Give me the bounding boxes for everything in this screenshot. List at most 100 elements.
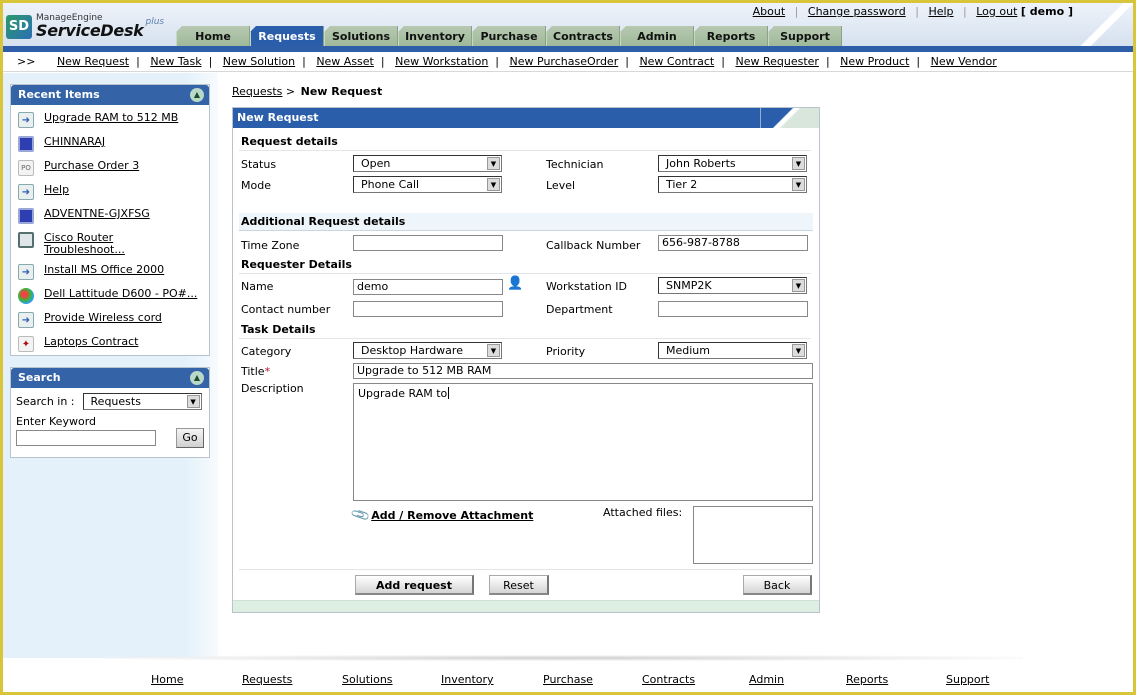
footer-link-inventory[interactable]: Inventory xyxy=(441,673,494,686)
timezone-input[interactable] xyxy=(353,235,503,251)
recent-item-label[interactable]: Laptops Contract xyxy=(44,336,138,348)
recent-item-label[interactable]: ADVENTNE-GJXFSG xyxy=(44,208,150,220)
tab-reports[interactable]: Reports xyxy=(694,26,768,46)
back-button[interactable]: Back xyxy=(743,575,812,595)
separator: | xyxy=(208,55,213,68)
main-tabs: Home Requests Solutions Inventory Purcha… xyxy=(176,26,842,46)
attachment-link[interactable]: 📎 Add / Remove Attachment xyxy=(350,505,533,526)
recent-item-label[interactable]: Dell Lattitude D600 - PO#... xyxy=(44,288,197,300)
separator: | xyxy=(380,55,385,68)
quicklink-new-task[interactable]: New Task xyxy=(150,55,201,68)
description-textarea[interactable]: Upgrade RAM to xyxy=(353,383,813,501)
quicklink-new-requester[interactable]: New Requester xyxy=(735,55,818,68)
divider xyxy=(239,150,811,151)
status-value: Open xyxy=(361,157,391,170)
priority-select[interactable]: Medium ▼ xyxy=(658,342,807,359)
contact-number-input[interactable] xyxy=(353,301,503,317)
contact-number-label: Contact number xyxy=(241,303,331,316)
recent-item-label[interactable]: Upgrade RAM to 512 MB xyxy=(44,112,178,124)
recent-item[interactable]: CHINNARAJ xyxy=(11,132,209,156)
breadcrumb-requests[interactable]: Requests xyxy=(232,85,282,98)
recent-item[interactable]: ADVENTNE-GJXFSG xyxy=(11,204,209,228)
purchase-order-icon: PO xyxy=(18,160,34,176)
tab-home[interactable]: Home xyxy=(176,26,250,46)
logout-link[interactable]: Log out xyxy=(976,5,1017,18)
search-title: Search xyxy=(18,371,61,384)
tab-purchase[interactable]: Purchase xyxy=(472,26,546,46)
footer-link-purchase[interactable]: Purchase xyxy=(543,673,593,686)
attached-files-label: Attached files: xyxy=(603,506,683,519)
attachment-link-label[interactable]: Add / Remove Attachment xyxy=(371,509,533,522)
search-in-select[interactable]: Requests ▼ xyxy=(82,393,202,410)
category-select[interactable]: Desktop Hardware ▼ xyxy=(353,342,502,359)
request-icon: ➜ xyxy=(18,184,34,200)
quicklink-new-purchase-order[interactable]: New PurchaseOrder xyxy=(510,55,619,68)
workstation-select[interactable]: SNMP2K ▼ xyxy=(658,277,807,294)
separator: | xyxy=(794,5,799,18)
add-request-button[interactable]: Add request xyxy=(355,575,474,595)
recent-item[interactable]: ➜ Provide Wireless cord xyxy=(11,308,209,332)
go-button[interactable]: Go xyxy=(176,428,204,448)
department-input[interactable] xyxy=(658,301,808,317)
about-link[interactable]: About xyxy=(753,5,786,18)
quicklink-new-vendor[interactable]: New Vendor xyxy=(931,55,997,68)
recent-item-label[interactable]: Help xyxy=(44,184,69,196)
keyword-input[interactable] xyxy=(16,430,156,446)
recent-item-label[interactable]: Purchase Order 3 xyxy=(44,160,139,172)
recent-item[interactable]: ✦ Laptops Contract xyxy=(11,332,209,356)
footer-link-support[interactable]: Support xyxy=(946,673,989,686)
contract-icon: ✦ xyxy=(18,336,34,352)
footer-link-admin[interactable]: Admin xyxy=(749,673,784,686)
quicklink-new-solution[interactable]: New Solution xyxy=(223,55,295,68)
tab-admin[interactable]: Admin xyxy=(620,26,694,46)
mode-select[interactable]: Phone Call ▼ xyxy=(353,176,502,193)
recent-item-label[interactable]: Provide Wireless cord xyxy=(44,312,162,324)
collapse-icon[interactable]: ▲ xyxy=(190,88,204,102)
quicklink-new-workstation[interactable]: New Workstation xyxy=(395,55,488,68)
tab-support[interactable]: Support xyxy=(768,26,842,46)
name-input[interactable]: demo xyxy=(353,279,503,295)
search-header: Search ▲ xyxy=(11,368,209,388)
level-select[interactable]: Tier 2 ▼ xyxy=(658,176,807,193)
recent-item-label[interactable]: CHINNARAJ xyxy=(44,136,105,148)
technician-select[interactable]: John Roberts ▼ xyxy=(658,155,807,172)
form-header: New Request xyxy=(233,108,819,128)
search-in-label: Search in : xyxy=(16,395,75,408)
callback-input[interactable]: 656-987-8788 xyxy=(658,235,808,251)
collapse-icon[interactable]: ▲ xyxy=(190,371,204,385)
tab-inventory[interactable]: Inventory xyxy=(398,26,472,46)
recent-item[interactable]: ➜ Help xyxy=(11,180,209,204)
tab-contracts[interactable]: Contracts xyxy=(546,26,620,46)
title-input[interactable]: Upgrade to 512 MB RAM xyxy=(353,363,813,379)
quicklink-new-request[interactable]: New Request xyxy=(57,55,129,68)
dropdown-arrow-icon: ▼ xyxy=(792,344,805,357)
recent-item-label[interactable]: Install MS Office 2000 xyxy=(44,264,164,276)
recent-item[interactable]: Dell Lattitude D600 - PO#... xyxy=(11,284,209,308)
recent-item[interactable]: ➜ Upgrade RAM to 512 MB xyxy=(11,108,209,132)
recent-item-label[interactable]: Cisco Router Troubleshoot... xyxy=(44,232,144,256)
tab-solutions[interactable]: Solutions xyxy=(324,26,398,46)
change-password-link[interactable]: Change password xyxy=(808,5,906,18)
help-link[interactable]: Help xyxy=(928,5,953,18)
footer-link-reports[interactable]: Reports xyxy=(846,673,888,686)
recent-item[interactable]: PO Purchase Order 3 xyxy=(11,156,209,180)
router-icon xyxy=(18,232,34,248)
logo[interactable]: SD ManageEngine ServiceDesk plus xyxy=(6,14,164,39)
attached-files-list[interactable] xyxy=(693,506,813,564)
footer-link-requests[interactable]: Requests xyxy=(242,673,292,686)
recent-item[interactable]: ➜ Install MS Office 2000 xyxy=(11,260,209,284)
mode-value: Phone Call xyxy=(361,178,420,191)
status-select[interactable]: Open ▼ xyxy=(353,155,502,172)
tab-requests[interactable]: Requests xyxy=(250,26,324,46)
requester-lookup-icon[interactable]: 👤 xyxy=(507,276,523,291)
footer-link-solutions[interactable]: Solutions xyxy=(342,673,393,686)
footer-link-contracts[interactable]: Contracts xyxy=(642,673,695,686)
quicklink-new-contract[interactable]: New Contract xyxy=(639,55,714,68)
footer-link-home[interactable]: Home xyxy=(151,673,183,686)
quicklink-new-asset[interactable]: New Asset xyxy=(316,55,374,68)
reset-button[interactable]: Reset xyxy=(489,575,549,595)
description-value: Upgrade RAM to xyxy=(358,387,448,400)
recent-item[interactable]: Cisco Router Troubleshoot... xyxy=(11,228,209,260)
quicklink-new-product[interactable]: New Product xyxy=(840,55,909,68)
header-decoration xyxy=(761,108,819,128)
